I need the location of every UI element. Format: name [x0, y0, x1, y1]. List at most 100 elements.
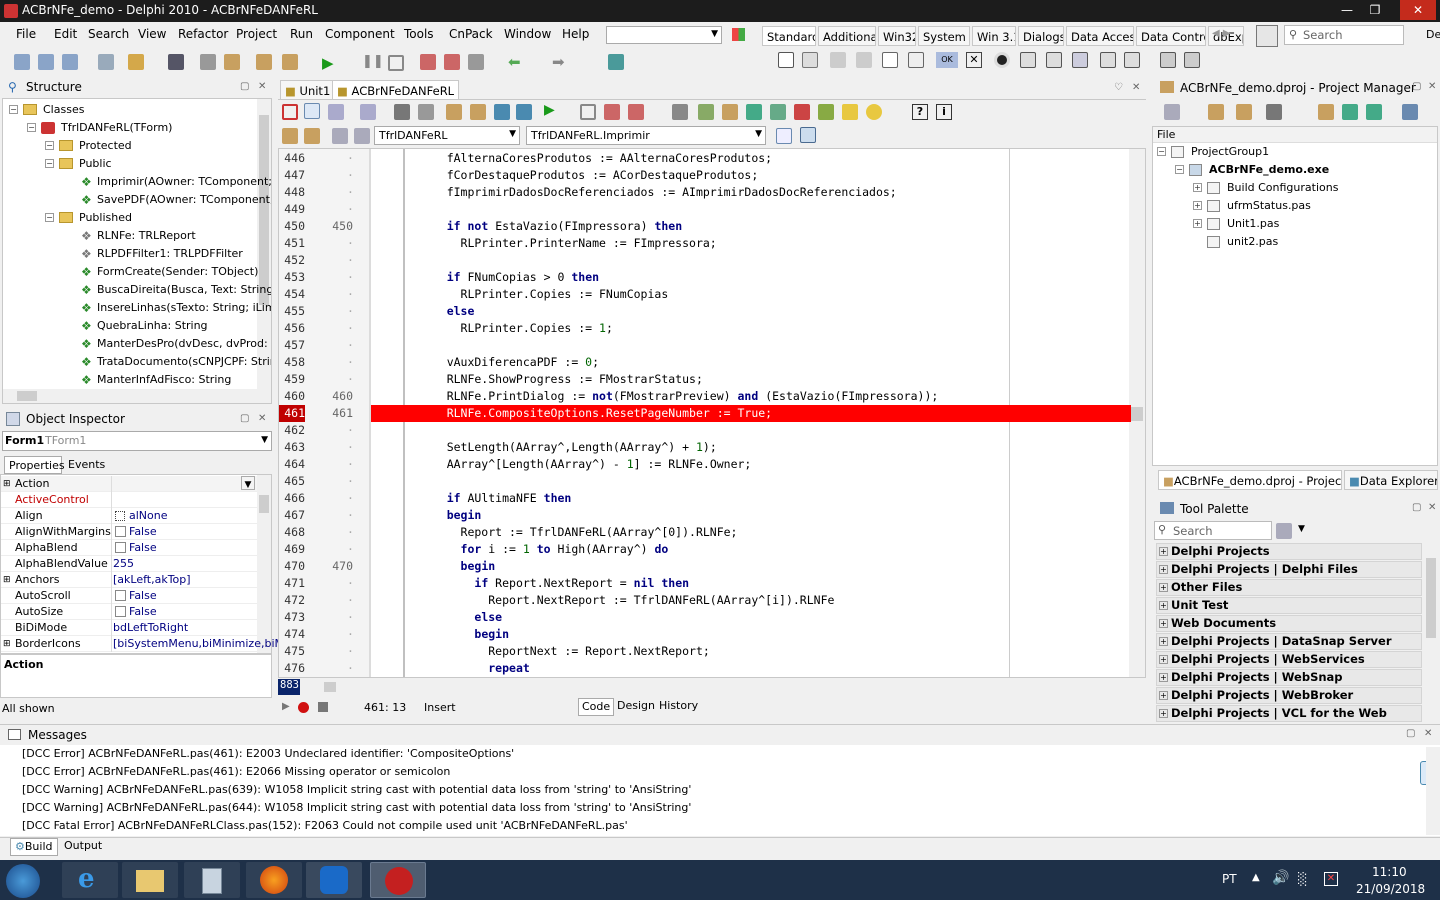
tab-events[interactable]: Events [64, 456, 108, 474]
panel-close-icon[interactable]: ✕ [1424, 728, 1432, 739]
code-line[interactable]: 475 · ReportNext := Report.NextReport; [279, 643, 1131, 660]
menu-window[interactable]: Window [504, 27, 551, 41]
expand-toggle-icon[interactable]: + [1159, 709, 1168, 718]
expand-toggle-icon[interactable]: + [1159, 547, 1168, 556]
code-line[interactable]: 476 · repeat [279, 660, 1131, 677]
class-icon[interactable] [282, 128, 298, 144]
step-over-icon[interactable] [444, 54, 460, 70]
listbox-icon[interactable] [1020, 52, 1036, 68]
new-form-icon[interactable] [98, 54, 114, 70]
hscroll-thumb[interactable] [324, 682, 336, 692]
editor-vscrollbar[interactable] [1129, 149, 1145, 677]
message-line[interactable]: [DCC Error] ACBrNFeDANFeRL.pas(461): E20… [22, 765, 450, 778]
tool-palette-scrollbar[interactable] [1424, 544, 1438, 718]
cnpack-icon[interactable] [722, 104, 738, 120]
cnpack-icon[interactable] [494, 104, 510, 120]
groupbox-icon[interactable] [1100, 52, 1116, 68]
menu-component[interactable]: Component [325, 27, 395, 41]
tab-properties[interactable]: Properties [4, 456, 65, 474]
property-checkbox[interactable] [115, 542, 126, 553]
code-line[interactable]: 453 · if FNumCopias > 0 then [279, 269, 1131, 286]
code-line[interactable]: 474 · begin [279, 626, 1131, 643]
tool-palette-category[interactable]: + Other Files [1156, 579, 1422, 596]
cnpack-icon[interactable] [516, 104, 532, 120]
palette-tab-win32[interactable]: Win32 [878, 26, 916, 46]
tab-code[interactable]: Code [578, 698, 615, 716]
stop-macro-icon[interactable] [318, 702, 328, 712]
pin-icon[interactable]: ▢ [240, 413, 249, 424]
tool-palette-category[interactable]: + Web Documents [1156, 615, 1422, 632]
tab-acbrnfedanferl[interactable]: ■ ACBrNFeDANFeRL [332, 80, 460, 100]
radiogroup-icon[interactable] [1124, 52, 1140, 68]
menu-refactor[interactable]: Refactor [178, 27, 228, 41]
stop-icon[interactable] [580, 104, 596, 120]
add-icon[interactable] [1236, 104, 1252, 120]
pin-icon[interactable]: ▢ [240, 81, 249, 92]
tool-palette-category[interactable]: + Delphi Projects [1156, 543, 1422, 560]
tab-project-manager[interactable]: ■ACBrNFe_demo.dproj - Projec... [1158, 470, 1342, 490]
expand-icon[interactable]: ⊞ [3, 636, 11, 652]
impl-icon[interactable] [354, 128, 370, 144]
label-icon[interactable] [856, 52, 872, 68]
activate-icon[interactable] [1164, 104, 1180, 120]
pause-icon[interactable]: ❚❚ [362, 54, 384, 69]
scroll-thumb[interactable] [1131, 407, 1143, 421]
property-value[interactable]: bdLeftToRight [113, 620, 188, 636]
tab-build[interactable]: ⚙Build [10, 838, 58, 856]
error-code-line[interactable]: 461 461 RLNFe.CompositeOptions.ResetPageN… [279, 405, 1131, 422]
structure-hscrollbar[interactable] [3, 389, 271, 403]
code-line[interactable]: 446 · fAlternaCoresProdutos := AAlternaCo… [279, 150, 1131, 167]
structure-item[interactable]: − Protected [3, 137, 255, 155]
view-icon[interactable] [800, 127, 816, 143]
code-line[interactable]: 459 · RLNFe.ShowProgress := FMostrarStatu… [279, 371, 1131, 388]
expand-toggle-icon[interactable]: + [1159, 601, 1168, 610]
run-icon[interactable]: ▶ [544, 102, 555, 118]
collapse-icon[interactable] [1366, 104, 1382, 120]
property-value[interactable]: alNone [129, 508, 168, 524]
property-value[interactable]: [akLeft,akTop] [113, 572, 191, 588]
message-line[interactable]: [DCC Warning] ACBrNFeDANFeRL.pas(644): W… [22, 801, 691, 814]
sync-icon[interactable] [776, 128, 792, 144]
button-icon[interactable]: OK [936, 52, 958, 68]
tab-output[interactable]: Output [60, 838, 106, 856]
code-line[interactable]: 452 · [279, 252, 1131, 269]
options-icon[interactable] [1266, 104, 1282, 120]
structure-item[interactable]: − Published [3, 209, 255, 227]
info-icon[interactable]: i [936, 104, 952, 120]
collapse-toggle-icon[interactable]: − [45, 159, 54, 168]
print-icon[interactable] [418, 104, 434, 120]
code-editor[interactable]: 446 · fAlternaCoresProdutos := AAlternaCo… [278, 148, 1146, 678]
desktop-layout-combo[interactable]: ▼ [606, 26, 722, 44]
expand-toggle-icon[interactable]: + [1193, 201, 1202, 210]
code-line[interactable]: 449 · [279, 201, 1131, 218]
start-button[interactable] [6, 864, 40, 898]
palette-tab-standard[interactable]: Standard [762, 26, 816, 46]
save-all-icon[interactable] [62, 54, 78, 70]
cnpack-icon[interactable] [794, 104, 810, 120]
internet-explorer-taskbar[interactable]: e [62, 862, 118, 898]
property-row[interactable]: Align alNone [1, 508, 257, 524]
structure-item[interactable]: ❖ TrataDocumento(sCNPJCPF: Strin [3, 353, 271, 371]
structure-item[interactable]: ❖ SavePDF(AOwner: TComponent; . [3, 191, 271, 209]
property-value[interactable]: [biSystemMenu,biMinimize,biM [113, 636, 284, 652]
code-line[interactable]: 450 450 if not EstaVazio(FImpressora) the… [279, 218, 1131, 235]
code-line[interactable]: 457 · [279, 337, 1131, 354]
panel-close-icon[interactable]: ✕ [258, 81, 266, 92]
code-line[interactable]: 470 470 begin [279, 558, 1131, 575]
project-tree-item[interactable]: − ProjectGroup1 [1153, 143, 1433, 161]
panel-close-icon[interactable]: ✕ [1428, 81, 1436, 92]
pin-icon[interactable]: ▢ [1412, 502, 1421, 513]
property-row[interactable]: ⊞ BorderIcons [biSystemMenu,biMinimize,biM [1, 636, 284, 652]
property-value[interactable]: False [129, 588, 157, 604]
code-line[interactable]: 473 · else [279, 609, 1131, 626]
help-icon[interactable]: ? [912, 104, 928, 120]
hscroll-thumb[interactable] [17, 391, 37, 401]
property-row[interactable]: ActiveControl [1, 492, 257, 508]
cnpack-icon[interactable] [446, 104, 462, 120]
add-to-project-icon[interactable] [256, 54, 272, 70]
code-line[interactable]: 465 · [279, 473, 1131, 490]
property-value[interactable]: False [129, 524, 157, 540]
property-checkbox[interactable] [115, 606, 126, 617]
tool-palette-search[interactable]: ⚲ Search [1154, 521, 1272, 540]
structure-item[interactable]: ❖ FormCreate(Sender: TObject) [3, 263, 258, 281]
